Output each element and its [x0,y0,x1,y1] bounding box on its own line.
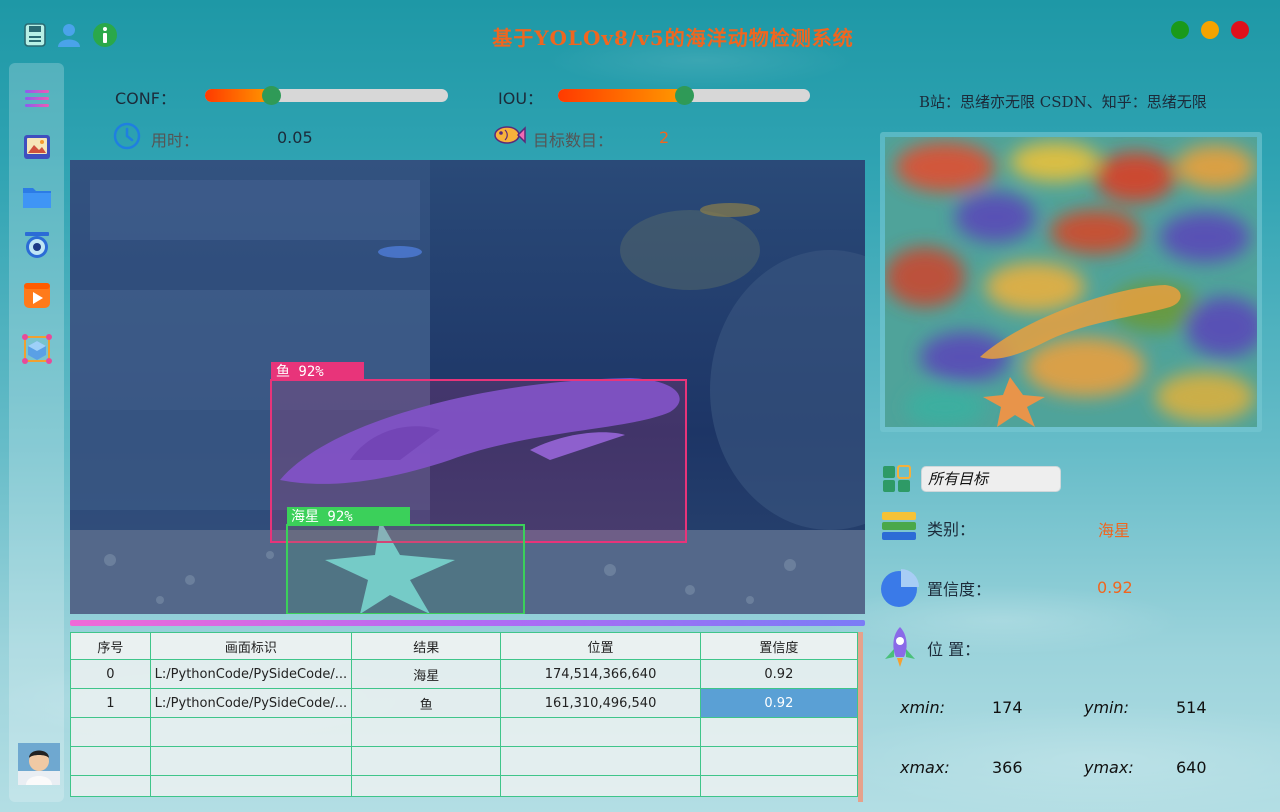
col-header-confidence[interactable]: 置信度 [699,632,859,660]
count-value: 2 [659,128,670,147]
heatmap-image [885,137,1257,427]
table-cell[interactable] [500,775,701,797]
table-cell[interactable] [351,717,502,747]
image-icon[interactable] [21,131,53,163]
col-header-index[interactable]: 序号 [70,632,151,660]
table-cell[interactable] [351,746,502,776]
ymin-label: ymin: [1084,698,1130,717]
col-header-position[interactable]: 位置 [500,632,701,660]
table-cell[interactable] [149,775,353,797]
results-table: 序号 画面标识 结果 位置 置信度 0 L:/PythonCode/PySide… [70,632,859,797]
table-cell[interactable] [699,775,859,797]
table-cell[interactable] [149,717,353,747]
table-row[interactable]: 0 L:/PythonCode/PySideCode/... 海星 174,51… [70,659,859,689]
rocket-icon [885,627,915,667]
table-row[interactable] [70,746,859,776]
iou-slider-fill [558,89,684,102]
table-row[interactable]: 1 L:/PythonCode/PySideCode/... 鱼 161,310… [70,688,859,718]
maximize-button[interactable] [1171,21,1189,39]
table-row[interactable] [70,775,859,797]
table-cell[interactable] [351,775,502,797]
minimize-button[interactable] [1201,21,1219,39]
folder-icon[interactable] [21,181,53,213]
menu-icon[interactable] [21,83,53,115]
confidence-value: 0.92 [1097,578,1133,597]
iou-slider[interactable] [558,86,810,105]
xmin-value: 174 [992,698,1023,717]
table-cell[interactable]: 174,514,366,640 [500,659,701,689]
fish-icon [494,126,526,144]
table-header-row: 序号 画面标识 结果 位置 置信度 [70,632,859,660]
table-cell[interactable] [70,717,151,747]
detection-image: 鱼 92% 海星 92% [70,160,865,614]
conf-slider[interactable] [205,86,448,105]
camera-icon[interactable] [21,229,53,261]
avatar[interactable] [18,743,60,785]
table-cell[interactable]: 0 [70,659,151,689]
credits-text: B站：思绪亦无限 CSDN、知乎：思绪无限 [919,93,1207,111]
time-label: 用时： [151,131,200,150]
table-cell[interactable]: 1 [70,688,151,718]
table-cell[interactable] [500,746,701,776]
position-label: 位 置： [927,640,981,659]
sidebar [9,63,64,802]
confidence-label: 置信度： [927,580,992,599]
target-select[interactable]: 所有目标 [921,466,1061,492]
table-cell[interactable]: 0.92 [699,659,859,689]
table-cell[interactable] [70,775,151,797]
ymin-value: 514 [1176,698,1207,717]
table-cell[interactable] [70,746,151,776]
close-button[interactable] [1231,21,1249,39]
xmin-label: xmin: [900,698,946,717]
model-icon[interactable] [21,333,53,365]
count-label: 目标数目： [533,131,614,150]
conf-slider-handle[interactable] [262,86,281,105]
table-cell[interactable]: 鱼 [351,688,502,718]
conf-label: CONF： [115,89,176,108]
table-row[interactable] [70,717,859,747]
category-icon [882,512,916,540]
table-cell[interactable]: L:/PythonCode/PySideCode/... [149,688,353,718]
table-cell[interactable] [699,717,859,747]
ymax-label: ymax: [1084,758,1134,777]
table-cell-selected[interactable]: 0.92 [699,688,859,718]
iou-slider-handle[interactable] [675,86,694,105]
window-title: 基于YOLOv8/v5的海洋动物检测系统 [492,26,854,50]
table-cell[interactable] [500,717,701,747]
time-value: 0.05 [277,128,313,147]
table-cell[interactable] [699,746,859,776]
class-label: 类别： [927,520,976,539]
clock-icon [113,122,141,150]
video-icon[interactable] [21,279,53,311]
class-value: 海星 [1098,521,1131,540]
detection-label-fish: 鱼 92% [276,363,324,380]
ymax-value: 640 [1176,758,1207,777]
xmax-label: xmax: [900,758,950,777]
table-cell[interactable]: L:/PythonCode/PySideCode/... [149,659,353,689]
table-cell[interactable]: 161,310,496,540 [500,688,701,718]
col-header-result[interactable]: 结果 [351,632,502,660]
table-scrollbar[interactable] [858,632,863,802]
iou-label: IOU： [498,89,544,108]
detection-label-starfish: 海星 92% [291,509,353,525]
table-cell[interactable] [149,746,353,776]
section-divider [70,620,865,626]
confidence-pie-icon [881,569,919,607]
xmax-value: 366 [992,758,1023,777]
table-cell[interactable]: 海星 [351,659,502,689]
col-header-source[interactable]: 画面标识 [149,632,353,660]
grid-icon [883,465,911,492]
